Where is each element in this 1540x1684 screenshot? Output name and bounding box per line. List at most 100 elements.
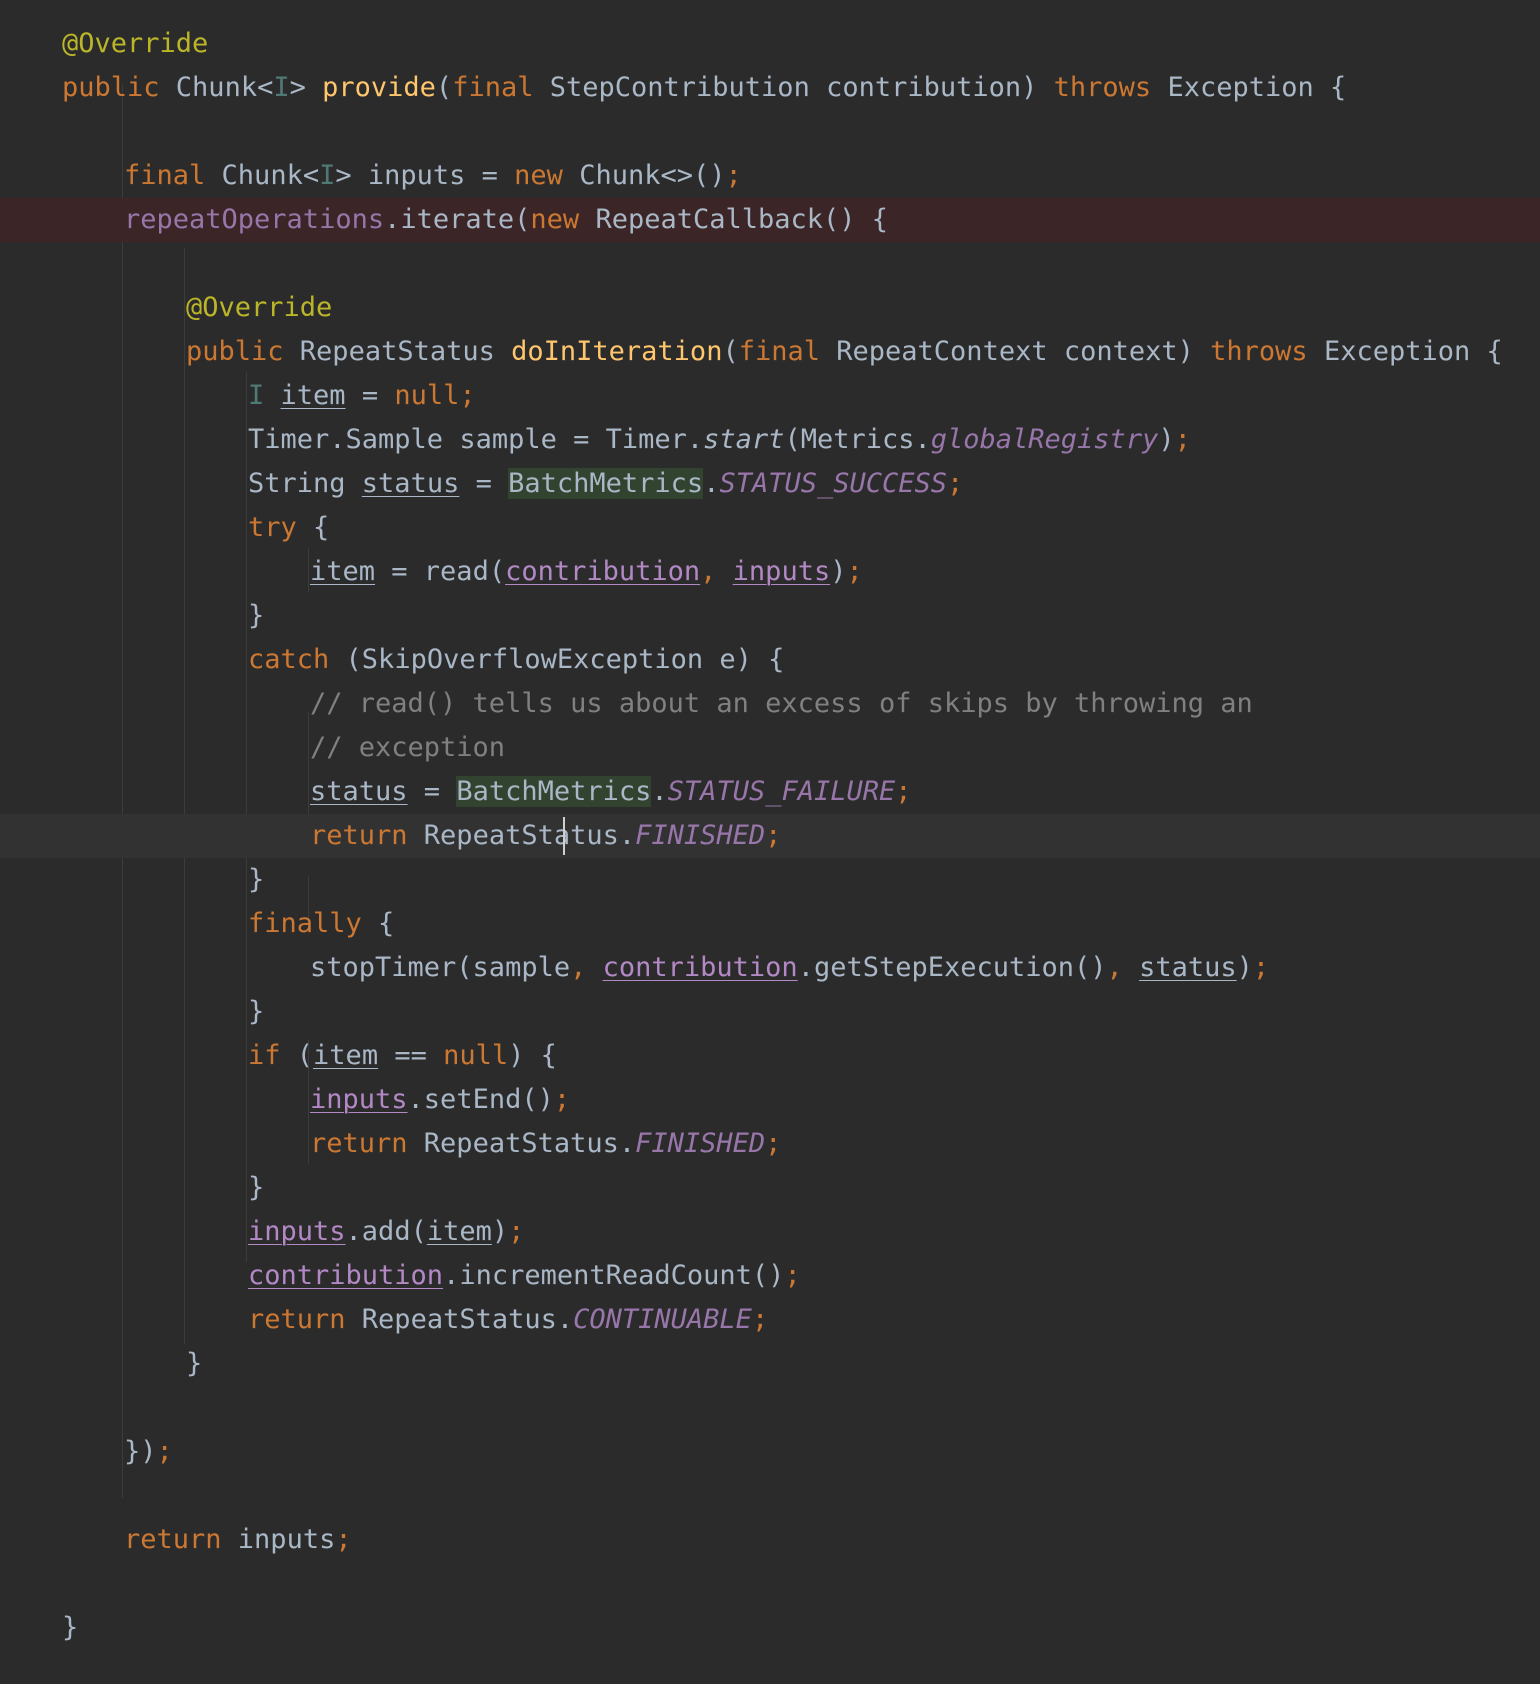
code-line[interactable]: item = read(contribution, inputs); (0, 550, 1540, 594)
code-line[interactable]: catch (SkipOverflowException e) { (0, 638, 1540, 682)
code-token: ; (947, 468, 964, 499)
text-caret (563, 817, 565, 855)
code-token: Timer.Sample sample = Timer. (248, 424, 704, 455)
code-line-content: String status = BatchMetrics.STATUS_SUCC… (248, 462, 963, 506)
code-line[interactable]: } (0, 1166, 1540, 1210)
code-line[interactable] (0, 1386, 1540, 1430)
code-line[interactable]: return RepeatStatus.FINISHED; (0, 814, 1540, 858)
code-token: null (443, 1040, 509, 1071)
code-line-content: public RepeatStatus doInIteration(final … (186, 330, 1503, 374)
code-token: .setEnd() (407, 1084, 554, 1115)
code-line[interactable]: Timer.Sample sample = Timer.start(Metric… (0, 418, 1540, 462)
code-line[interactable]: stopTimer(sample, contribution.getStepEx… (0, 946, 1540, 990)
code-token: ( (435, 72, 453, 103)
code-token: inputs (732, 556, 831, 587)
code-line[interactable]: } (0, 990, 1540, 1034)
code-token: start (703, 424, 785, 455)
code-line[interactable]: @Override (0, 286, 1540, 330)
code-token: @Override (186, 292, 333, 323)
code-line[interactable]: I item = null; (0, 374, 1540, 418)
code-line[interactable]: return inputs; (0, 1518, 1540, 1562)
code-token: (SkipOverflowException e) { (345, 644, 785, 675)
code-token: item (280, 380, 346, 411)
code-line[interactable]: } (0, 594, 1540, 638)
code-token: @Override (62, 28, 209, 59)
code-line[interactable]: // read() tells us about an excess of sk… (0, 682, 1540, 726)
code-token: return (124, 1524, 238, 1555)
code-line[interactable]: public Chunk<I> provide(final StepContri… (0, 66, 1540, 110)
code-token: status (361, 468, 460, 499)
code-token: item (313, 1040, 379, 1071)
code-line[interactable]: inputs.setEnd(); (0, 1078, 1540, 1122)
code-token: , (700, 556, 733, 587)
code-line[interactable]: } (0, 858, 1540, 902)
code-token: ; (459, 380, 476, 411)
code-token: return (248, 1304, 362, 1335)
code-token: item (426, 1216, 492, 1247)
code-line[interactable]: // exception (0, 726, 1540, 770)
code-token: , (570, 952, 603, 983)
code-line[interactable] (0, 242, 1540, 286)
code-line-content: @Override (186, 286, 332, 330)
code-token: } (62, 1612, 79, 1643)
code-line[interactable]: final Chunk<I> inputs = new Chunk<>(); (0, 154, 1540, 198)
code-token: ; (751, 1304, 769, 1335)
code-token: { (378, 908, 395, 939)
code-line[interactable] (0, 110, 1540, 154)
code-line-content: public Chunk<I> provide(final StepContri… (62, 66, 1346, 110)
code-line[interactable] (0, 1562, 1540, 1606)
code-token: . (651, 776, 668, 807)
code-line-content: return RepeatStatus.FINISHED; (310, 814, 781, 858)
code-line-content: // read() tells us about an excess of sk… (310, 682, 1253, 726)
code-line[interactable]: }); (0, 1430, 1540, 1474)
code-line[interactable]: } (0, 1606, 1540, 1650)
code-editor[interactable]: @Override public Chunk<I> provide(final S… (0, 0, 1540, 1684)
code-token: ; (765, 820, 782, 851)
code-token: stopTimer(sample (310, 952, 571, 983)
code-token: = read( (375, 556, 506, 587)
code-line[interactable]: repeatOperations.iterate(new RepeatCallb… (0, 198, 1540, 242)
code-line-content: } (248, 1166, 264, 1210)
code-token: Exception { (1323, 336, 1503, 367)
code-line-content: contribution.incrementReadCount(); (248, 1254, 801, 1298)
code-line-content: return RepeatStatus.CONTINUABLE; (248, 1298, 768, 1342)
code-token: ; (508, 1216, 525, 1247)
code-line[interactable]: return RepeatStatus.CONTINUABLE; (0, 1298, 1540, 1342)
code-line[interactable]: contribution.incrementReadCount(); (0, 1254, 1540, 1298)
code-line-content: } (186, 1342, 202, 1386)
code-token: STATUS_FAILURE (667, 776, 896, 807)
code-token: catch (248, 644, 346, 675)
code-line[interactable] (0, 1474, 1540, 1518)
code-token: final (738, 336, 837, 367)
code-token: RepeatStatus. (423, 820, 636, 851)
code-line-content: I item = null; (248, 374, 476, 418)
code-line-content: status = BatchMetrics.STATUS_FAILURE; (310, 770, 912, 814)
code-token: return (310, 1128, 424, 1159)
code-line[interactable]: finally { (0, 902, 1540, 946)
code-token: .incrementReadCount() (443, 1260, 785, 1291)
code-token: { (313, 512, 330, 543)
code-token: ; (156, 1436, 173, 1467)
code-token: RepeatStatus (299, 336, 512, 367)
code-token: ; (1174, 424, 1191, 455)
code-line[interactable]: try { (0, 506, 1540, 550)
code-line[interactable]: } (0, 1342, 1540, 1386)
code-line[interactable]: String status = BatchMetrics.STATUS_SUCC… (0, 462, 1540, 506)
code-line[interactable]: public RepeatStatus doInIteration(final … (0, 330, 1540, 374)
code-token: RepeatStatus. (423, 1128, 636, 1159)
code-line[interactable]: status = BatchMetrics.STATUS_FAILURE; (0, 770, 1540, 814)
code-line[interactable]: return RepeatStatus.FINISHED; (0, 1122, 1540, 1166)
code-token: } (248, 996, 265, 1027)
code-token: ; (765, 1128, 782, 1159)
code-token: CONTINUABLE (573, 1304, 752, 1335)
code-token: I (273, 72, 290, 103)
code-token: public (62, 72, 176, 103)
code-token: ( (722, 336, 739, 367)
code-token: ) (1236, 952, 1253, 983)
code-token: // exception (310, 732, 506, 763)
code-line[interactable]: @Override (0, 22, 1540, 66)
code-token: .add( (345, 1216, 427, 1247)
code-line-content: } (248, 594, 264, 638)
code-line[interactable]: inputs.add(item); (0, 1210, 1540, 1254)
code-line[interactable]: if (item == null) { (0, 1034, 1540, 1078)
